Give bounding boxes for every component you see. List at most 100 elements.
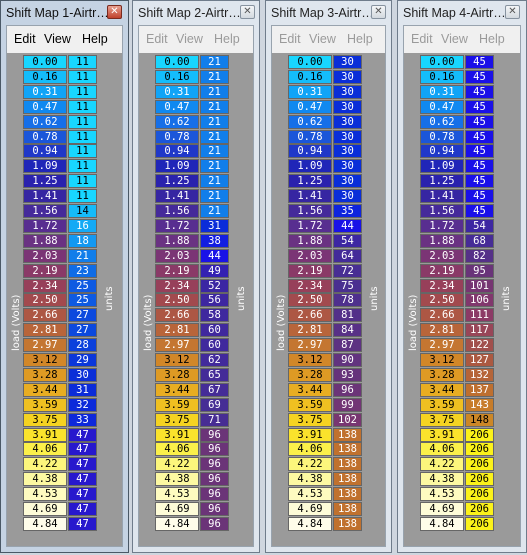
units-cell[interactable]: 68 [465, 233, 494, 248]
menu-help[interactable]: Help [214, 26, 240, 53]
units-cell[interactable]: 30 [333, 144, 362, 159]
units-cell[interactable]: 21 [200, 84, 229, 99]
units-cell[interactable]: 138 [333, 472, 362, 487]
units-cell[interactable]: 14 [68, 204, 97, 218]
units-cell[interactable]: 30 [333, 159, 362, 174]
units-cell[interactable]: 56 [200, 293, 229, 308]
units-cell[interactable]: 28 [68, 338, 97, 353]
menu-view[interactable]: View [44, 26, 71, 53]
units-cell[interactable]: 206 [465, 472, 494, 487]
units-cell[interactable]: 71 [200, 412, 229, 427]
units-cell[interactable]: 11 [68, 99, 97, 114]
units-cell[interactable]: 30 [333, 189, 362, 204]
units-cell[interactable]: 102 [333, 412, 362, 427]
units-cell[interactable]: 117 [465, 323, 494, 338]
menu-edit[interactable]: Edit [279, 26, 301, 53]
units-cell[interactable]: 45 [465, 84, 494, 99]
units-cell[interactable]: 52 [200, 278, 229, 293]
units-cell[interactable]: 138 [333, 487, 362, 502]
units-cell[interactable]: 54 [465, 218, 494, 233]
units-cell[interactable]: 21 [200, 204, 229, 218]
units-cell[interactable]: 47 [68, 502, 97, 516]
units-cell[interactable]: 60 [200, 338, 229, 353]
units-cell[interactable]: 30 [333, 174, 362, 189]
menu-edit[interactable]: Edit [411, 26, 433, 53]
shift-map-window-1[interactable]: Shift Map 1-Airtr… ✕ Edit View Help load (Vol… [0, 0, 129, 553]
units-cell[interactable]: 101 [465, 278, 494, 293]
units-cell[interactable]: 47 [68, 442, 97, 457]
units-cell[interactable]: 30 [333, 55, 362, 69]
units-cell[interactable]: 25 [68, 293, 97, 308]
units-cell[interactable]: 127 [465, 353, 494, 367]
units-cell[interactable]: 31 [68, 382, 97, 397]
units-cell[interactable]: 93 [333, 367, 362, 382]
units-cell[interactable]: 138 [333, 457, 362, 472]
units-cell[interactable]: 47 [68, 487, 97, 502]
units-cell[interactable]: 143 [465, 397, 494, 412]
units-cell[interactable]: 67 [200, 382, 229, 397]
units-cell[interactable]: 138 [333, 442, 362, 457]
close-button[interactable]: ✕ [505, 5, 520, 19]
units-cell[interactable]: 27 [68, 308, 97, 323]
units-cell[interactable]: 45 [465, 69, 494, 84]
units-cell[interactable]: 11 [68, 55, 97, 69]
units-cell[interactable]: 78 [333, 293, 362, 308]
units-cell[interactable]: 47 [68, 427, 97, 442]
units-cell[interactable]: 49 [200, 263, 229, 278]
units-cell[interactable]: 47 [68, 516, 97, 531]
menu-view[interactable]: View [176, 26, 203, 53]
units-cell[interactable]: 54 [333, 233, 362, 248]
units-cell[interactable]: 111 [465, 308, 494, 323]
units-cell[interactable]: 96 [200, 442, 229, 457]
close-button[interactable]: ✕ [240, 5, 255, 19]
units-cell[interactable]: 45 [465, 204, 494, 218]
units-cell[interactable]: 96 [200, 502, 229, 516]
units-cell[interactable]: 21 [200, 174, 229, 189]
units-cell[interactable]: 11 [68, 84, 97, 99]
units-cell[interactable]: 206 [465, 487, 494, 502]
units-cell[interactable]: 21 [200, 159, 229, 174]
units-cell[interactable]: 65 [200, 367, 229, 382]
units-cell[interactable]: 21 [68, 248, 97, 263]
units-cell[interactable]: 44 [200, 248, 229, 263]
units-cell[interactable]: 96 [200, 427, 229, 442]
units-cell[interactable]: 27 [68, 323, 97, 338]
units-cell[interactable]: 206 [465, 427, 494, 442]
units-cell[interactable]: 11 [68, 189, 97, 204]
units-cell[interactable]: 45 [465, 114, 494, 129]
units-cell[interactable]: 138 [333, 502, 362, 516]
menu-view[interactable]: View [441, 26, 468, 53]
close-button[interactable]: ✕ [371, 5, 386, 19]
units-cell[interactable]: 11 [68, 159, 97, 174]
units-cell[interactable]: 11 [68, 174, 97, 189]
units-cell[interactable]: 96 [333, 382, 362, 397]
units-cell[interactable]: 33 [68, 412, 97, 427]
units-cell[interactable]: 31 [200, 218, 229, 233]
units-cell[interactable]: 69 [200, 397, 229, 412]
units-cell[interactable]: 96 [200, 457, 229, 472]
units-cell[interactable]: 106 [465, 293, 494, 308]
units-cell[interactable]: 82 [465, 248, 494, 263]
units-cell[interactable]: 206 [465, 502, 494, 516]
units-cell[interactable]: 45 [465, 99, 494, 114]
units-cell[interactable]: 45 [465, 55, 494, 69]
units-cell[interactable]: 95 [465, 263, 494, 278]
units-cell[interactable]: 35 [333, 204, 362, 218]
units-cell[interactable]: 30 [68, 367, 97, 382]
units-cell[interactable]: 29 [68, 353, 97, 367]
units-cell[interactable]: 206 [465, 442, 494, 457]
units-cell[interactable]: 84 [333, 323, 362, 338]
units-cell[interactable]: 21 [200, 114, 229, 129]
units-cell[interactable]: 21 [200, 129, 229, 144]
units-cell[interactable]: 11 [68, 69, 97, 84]
units-cell[interactable]: 30 [333, 84, 362, 99]
units-cell[interactable]: 21 [200, 144, 229, 159]
units-cell[interactable]: 96 [200, 516, 229, 531]
menu-view[interactable]: View [309, 26, 336, 53]
units-cell[interactable]: 75 [333, 278, 362, 293]
units-cell[interactable]: 21 [200, 55, 229, 69]
units-cell[interactable]: 81 [333, 308, 362, 323]
units-cell[interactable]: 137 [465, 382, 494, 397]
units-cell[interactable]: 30 [333, 129, 362, 144]
units-cell[interactable]: 62 [200, 353, 229, 367]
